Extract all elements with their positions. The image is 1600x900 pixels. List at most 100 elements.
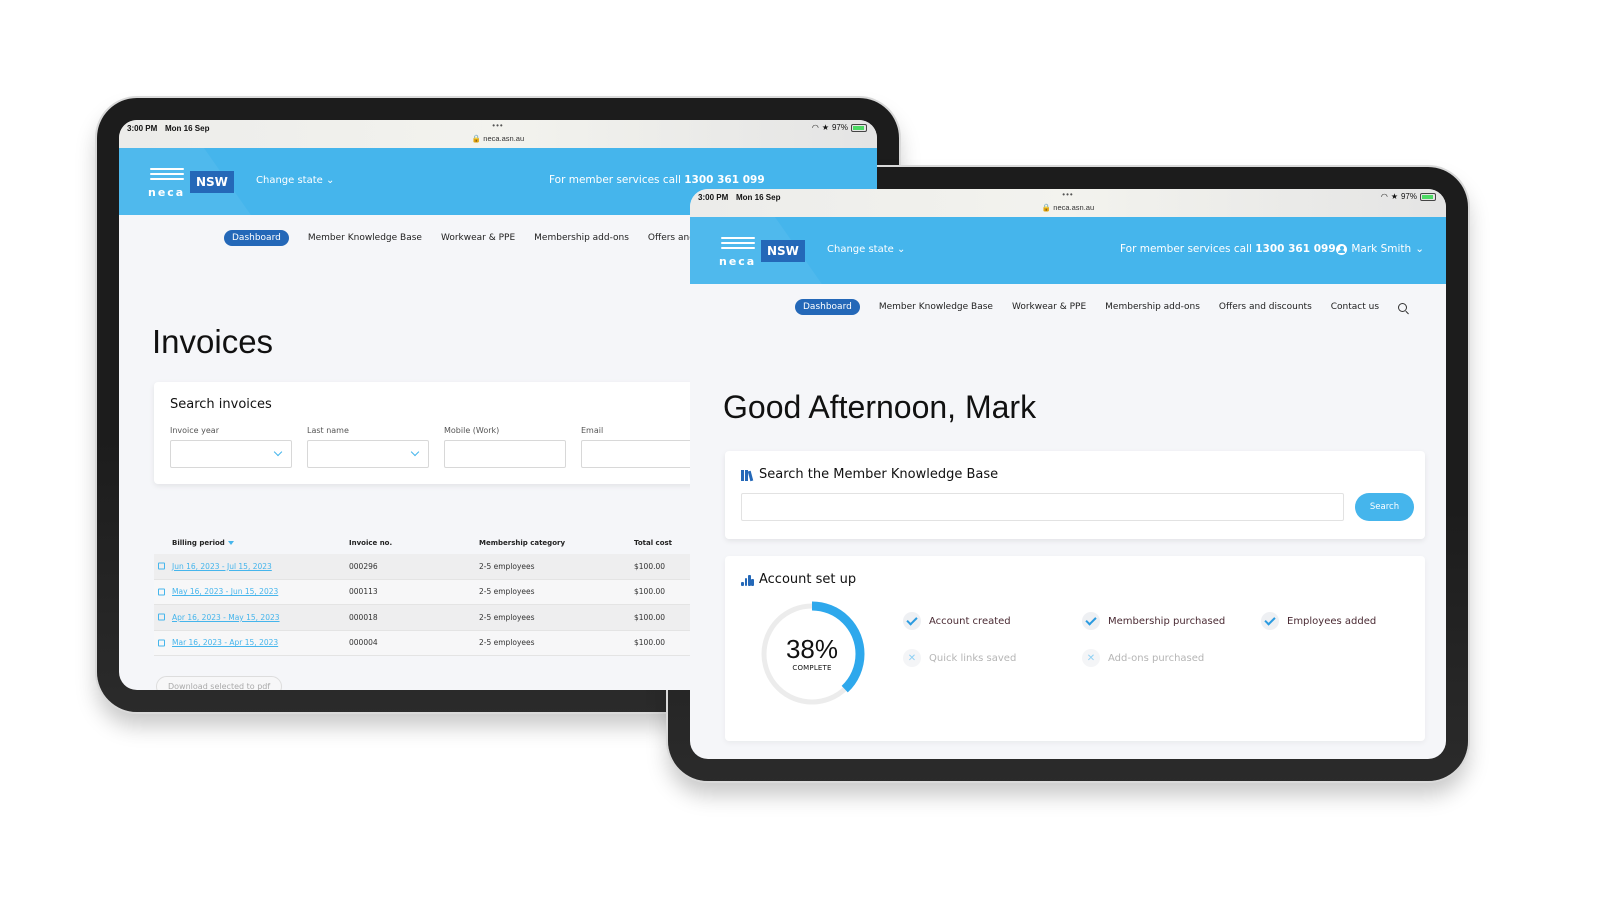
tablet-dashboard: 3:00 PM Mon 16 Sep ••• 🔒 neca.asn.au ◠ ★… xyxy=(668,167,1468,781)
search-icon[interactable] xyxy=(1398,302,1408,312)
invoice-no: 000113 xyxy=(349,587,378,597)
status-date: Mon 16 Sep xyxy=(165,124,210,133)
wifi-icon: ◠ xyxy=(811,123,819,132)
member-services-phone[interactable]: 1300 361 099 xyxy=(1255,243,1335,255)
nav-workwear-ppe[interactable]: Workwear & PPE xyxy=(1012,302,1086,312)
account-setup-title-text: Account set up xyxy=(759,572,857,587)
step-membership-purchased: Membership purchased xyxy=(1082,612,1225,630)
check-icon xyxy=(1082,612,1100,630)
battery-percent: 97% xyxy=(831,123,848,132)
state-badge: NSW xyxy=(190,171,234,193)
nav-member-knowledge-base[interactable]: Member Knowledge Base xyxy=(879,302,993,312)
step-quick-links-saved: ✕ Quick links saved xyxy=(903,649,1016,667)
cross-icon: ✕ xyxy=(1082,649,1100,667)
member-services-phone[interactable]: 1300 361 099 xyxy=(684,174,764,186)
member-services-text: For member services call xyxy=(1120,243,1252,255)
knowledge-base-search-input[interactable] xyxy=(741,493,1344,521)
url-bar[interactable]: 🔒 neca.asn.au xyxy=(472,134,524,143)
neca-logo[interactable]: neca NSW xyxy=(148,166,234,199)
status-bar: 3:00 PM Mon 16 Sep ••• 🔒 neca.asn.au ◠ ★… xyxy=(119,120,877,148)
browser-menu-dots[interactable]: ••• xyxy=(1062,190,1073,199)
invoice-year-label: Invoice year xyxy=(170,426,219,435)
step-label: Quick links saved xyxy=(929,652,1017,664)
download-pdf-button[interactable]: Download selected to pdf xyxy=(156,676,283,690)
col-membership-category[interactable]: Membership category xyxy=(479,539,634,547)
user-menu[interactable]: Mark Smith ⌄ xyxy=(1336,243,1424,255)
nav-membership-add-ons[interactable]: Membership add-ons xyxy=(1105,302,1200,312)
col-invoice-no[interactable]: Invoice no. xyxy=(349,539,479,547)
star-icon: ★ xyxy=(821,123,829,132)
membership-category: 2-5 employees xyxy=(479,587,535,597)
member-services-line: For member services call 1300 361 099 xyxy=(1120,243,1336,255)
member-services-line: For member services call 1300 361 099 xyxy=(549,174,765,186)
email-label: Email xyxy=(581,426,604,435)
knowledge-base-card-title: Search the Member Knowledge Base xyxy=(741,467,998,482)
logo-text: neca xyxy=(719,255,757,268)
last-name-label: Last name xyxy=(307,426,349,435)
page-title: Invoices xyxy=(152,323,274,360)
status-time: 3:00 PM xyxy=(698,193,729,202)
change-state-label: Change state xyxy=(827,244,894,255)
browser-menu-dots[interactable]: ••• xyxy=(492,121,503,130)
chevron-down-icon: ⌄ xyxy=(325,175,335,186)
billing-period-link[interactable]: Mar 16, 2023 - Apr 15, 2023 xyxy=(172,638,278,647)
progress-complete-label: COMPLETE xyxy=(792,664,832,672)
last-name-select[interactable] xyxy=(307,440,429,468)
wifi-icon: ◠ xyxy=(1380,192,1388,201)
neca-logo-mark: neca xyxy=(148,166,188,199)
change-state-dropdown[interactable]: Change state ⌄ xyxy=(256,175,334,186)
nav-member-knowledge-base[interactable]: Member Knowledge Base xyxy=(308,233,422,243)
nav-dashboard[interactable]: Dashboard xyxy=(795,299,860,315)
chevron-down-icon xyxy=(273,447,283,457)
step-employees-added: Employees added xyxy=(1261,612,1376,630)
billing-period-link[interactable]: Apr 16, 2023 - May 15, 2023 xyxy=(172,613,280,622)
nav-workwear-ppe[interactable]: Workwear & PPE xyxy=(441,233,515,243)
knowledge-base-search-button[interactable]: Search xyxy=(1355,493,1414,521)
step-label: Account created xyxy=(929,615,1011,627)
invoice-year-select[interactable] xyxy=(170,440,292,468)
nav-membership-add-ons[interactable]: Membership add-ons xyxy=(534,233,629,243)
knowledge-base-title-text: Search the Member Knowledge Base xyxy=(759,467,999,482)
email-input[interactable] xyxy=(581,440,703,468)
check-icon xyxy=(903,612,921,630)
user-name: Mark Smith xyxy=(1351,243,1412,255)
battery-icon xyxy=(851,123,867,132)
search-invoices-card: Search invoices Invoice year Last name M… xyxy=(154,382,774,484)
nav-offers-and-discounts[interactable]: Offers and discounts xyxy=(1219,302,1312,312)
member-services-text: For member services call xyxy=(549,174,681,186)
account-setup-card: Account set up 38% COMPLETE Account crea… xyxy=(725,556,1425,741)
site-header: neca NSW Change state ⌄ For member servi… xyxy=(690,217,1446,284)
bar-chart-icon xyxy=(741,574,754,586)
mobile-work-input[interactable] xyxy=(444,440,566,468)
sort-desc-icon xyxy=(227,541,234,545)
url-bar[interactable]: 🔒 neca.asn.au xyxy=(1042,203,1094,212)
nav-dashboard[interactable]: Dashboard xyxy=(224,230,289,246)
step-label: Membership purchased xyxy=(1108,615,1226,627)
row-checkbox[interactable] xyxy=(158,562,165,570)
invoice-no: 000018 xyxy=(349,612,378,622)
chevron-down-icon: ⌄ xyxy=(1415,243,1424,255)
billing-period-link[interactable]: May 16, 2023 - Jun 15, 2023 xyxy=(172,587,278,596)
col-billing-period[interactable]: Billing period xyxy=(154,539,349,547)
battery-icon xyxy=(1420,192,1436,201)
cross-icon: ✕ xyxy=(903,649,921,667)
row-checkbox[interactable] xyxy=(158,639,165,647)
star-icon: ★ xyxy=(1390,192,1398,201)
billing-period-link[interactable]: Jun 16, 2023 - Jul 15, 2023 xyxy=(172,562,272,571)
row-checkbox[interactable] xyxy=(158,613,165,621)
books-icon xyxy=(741,469,754,481)
chevron-down-icon xyxy=(410,447,420,457)
neca-logo[interactable]: neca NSW xyxy=(719,235,805,268)
neca-logo-mark: neca xyxy=(719,235,759,268)
status-bar: 3:00 PM Mon 16 Sep ••• 🔒 neca.asn.au ◠ ★… xyxy=(690,189,1446,217)
state-badge: NSW xyxy=(761,240,805,262)
user-avatar-icon xyxy=(1336,243,1348,255)
check-icon xyxy=(1261,612,1279,630)
row-checkbox[interactable] xyxy=(158,588,165,596)
change-state-dropdown[interactable]: Change state ⌄ xyxy=(827,244,905,255)
nav-contact-us[interactable]: Contact us xyxy=(1331,302,1379,312)
dashboard-screen: 3:00 PM Mon 16 Sep ••• 🔒 neca.asn.au ◠ ★… xyxy=(690,189,1446,759)
change-state-label: Change state xyxy=(256,175,323,186)
logo-text: neca xyxy=(148,186,186,199)
membership-category: 2-5 employees xyxy=(479,638,535,648)
